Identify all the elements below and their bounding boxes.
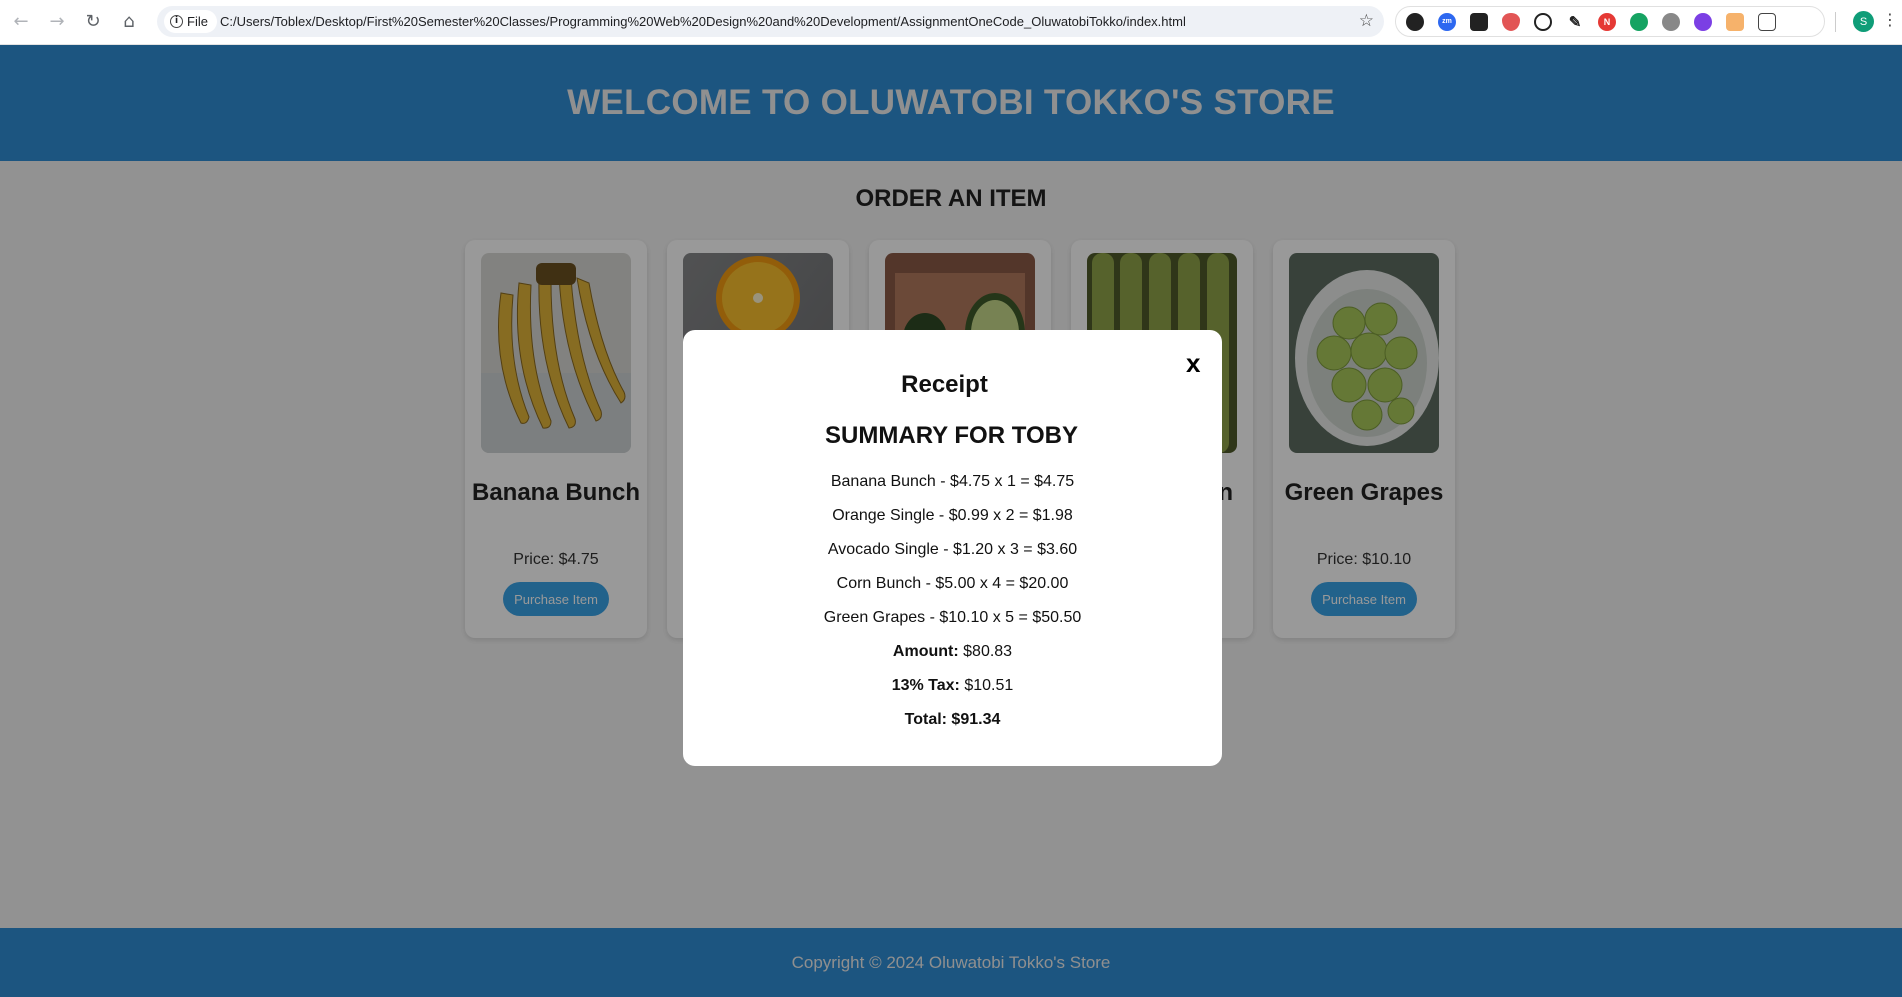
- extension-color-icon[interactable]: [1694, 12, 1712, 31]
- extension-zoom-icon[interactable]: zm: [1438, 12, 1456, 31]
- extension-n-icon[interactable]: N: [1598, 12, 1616, 31]
- receipt-modal: x Receipt SUMMARY FOR TOBY Banana Bunch …: [683, 330, 1222, 766]
- receipt-tax: 13% Tax: $10.51: [683, 677, 1222, 711]
- extensions-puzzle-icon[interactable]: [1758, 12, 1776, 31]
- receipt-line-item: Orange Single - $0.99 x 2 = $1.98: [832, 507, 1073, 524]
- tax-label: 13% Tax:: [891, 677, 960, 694]
- extension-grammarly-icon[interactable]: [1630, 12, 1648, 31]
- receipt-title: Receipt: [901, 371, 988, 398]
- receipt-line-item: Corn Bunch - $5.00 x 4 = $20.00: [836, 575, 1069, 592]
- extension-shield-icon[interactable]: [1502, 12, 1520, 31]
- receipt-line-item: Avocado Single - $1.20 x 3 = $3.60: [827, 541, 1078, 558]
- receipt-amount: Amount: $80.83: [683, 643, 1222, 677]
- receipt-total: Total: $91.34: [683, 711, 1222, 745]
- profile-avatar[interactable]: S: [1853, 11, 1874, 32]
- extensions-bar: zm ✎ N: [1395, 6, 1825, 37]
- home-icon[interactable]: ⌂: [116, 8, 142, 34]
- info-icon: i: [170, 15, 183, 28]
- reload-icon[interactable]: ↻: [80, 8, 106, 34]
- forward-arrow-icon[interactable]: →: [44, 8, 70, 34]
- receipt-line-item: Banana Bunch - $4.75 x 1 = $4.75: [830, 473, 1075, 490]
- extension-orange-icon[interactable]: [1726, 12, 1744, 31]
- total-text: Total: $91.34: [904, 711, 1001, 728]
- bookmark-star-icon[interactable]: ☆: [1359, 11, 1374, 31]
- site-info-chip[interactable]: i File: [164, 10, 217, 33]
- extension-avatar-icon[interactable]: [1662, 12, 1680, 31]
- summary-title: SUMMARY FOR TOBY: [825, 422, 1078, 449]
- receipt-lines: Banana Bunch - $4.75 x 1 = $4.75 Orange …: [683, 473, 1222, 745]
- menu-dots-icon[interactable]: ⋮: [1882, 10, 1898, 29]
- address-bar[interactable]: i File C:/Users/Toblex/Desktop/First%20S…: [157, 6, 1384, 37]
- back-arrow-icon[interactable]: ←: [8, 8, 34, 34]
- extension-sync-icon[interactable]: [1534, 12, 1552, 31]
- amount-label: Amount:: [892, 643, 959, 660]
- extension-eyedropper-icon[interactable]: ✎: [1566, 12, 1584, 31]
- extension-ghost-icon[interactable]: [1406, 12, 1424, 31]
- site-chip-label: File: [187, 14, 208, 29]
- toolbar-divider: [1835, 12, 1836, 32]
- amount-value: $80.83: [963, 643, 1013, 660]
- url-text[interactable]: C:/Users/Toblex/Desktop/First%20Semester…: [220, 14, 1186, 29]
- extension-store-icon[interactable]: [1470, 12, 1488, 31]
- browser-toolbar: ← → ↻ ⌂ i File C:/Users/Toblex/Desktop/F…: [0, 0, 1902, 45]
- tax-value: $10.51: [964, 677, 1014, 694]
- receipt-line-item: Green Grapes - $10.10 x 5 = $50.50: [823, 609, 1082, 626]
